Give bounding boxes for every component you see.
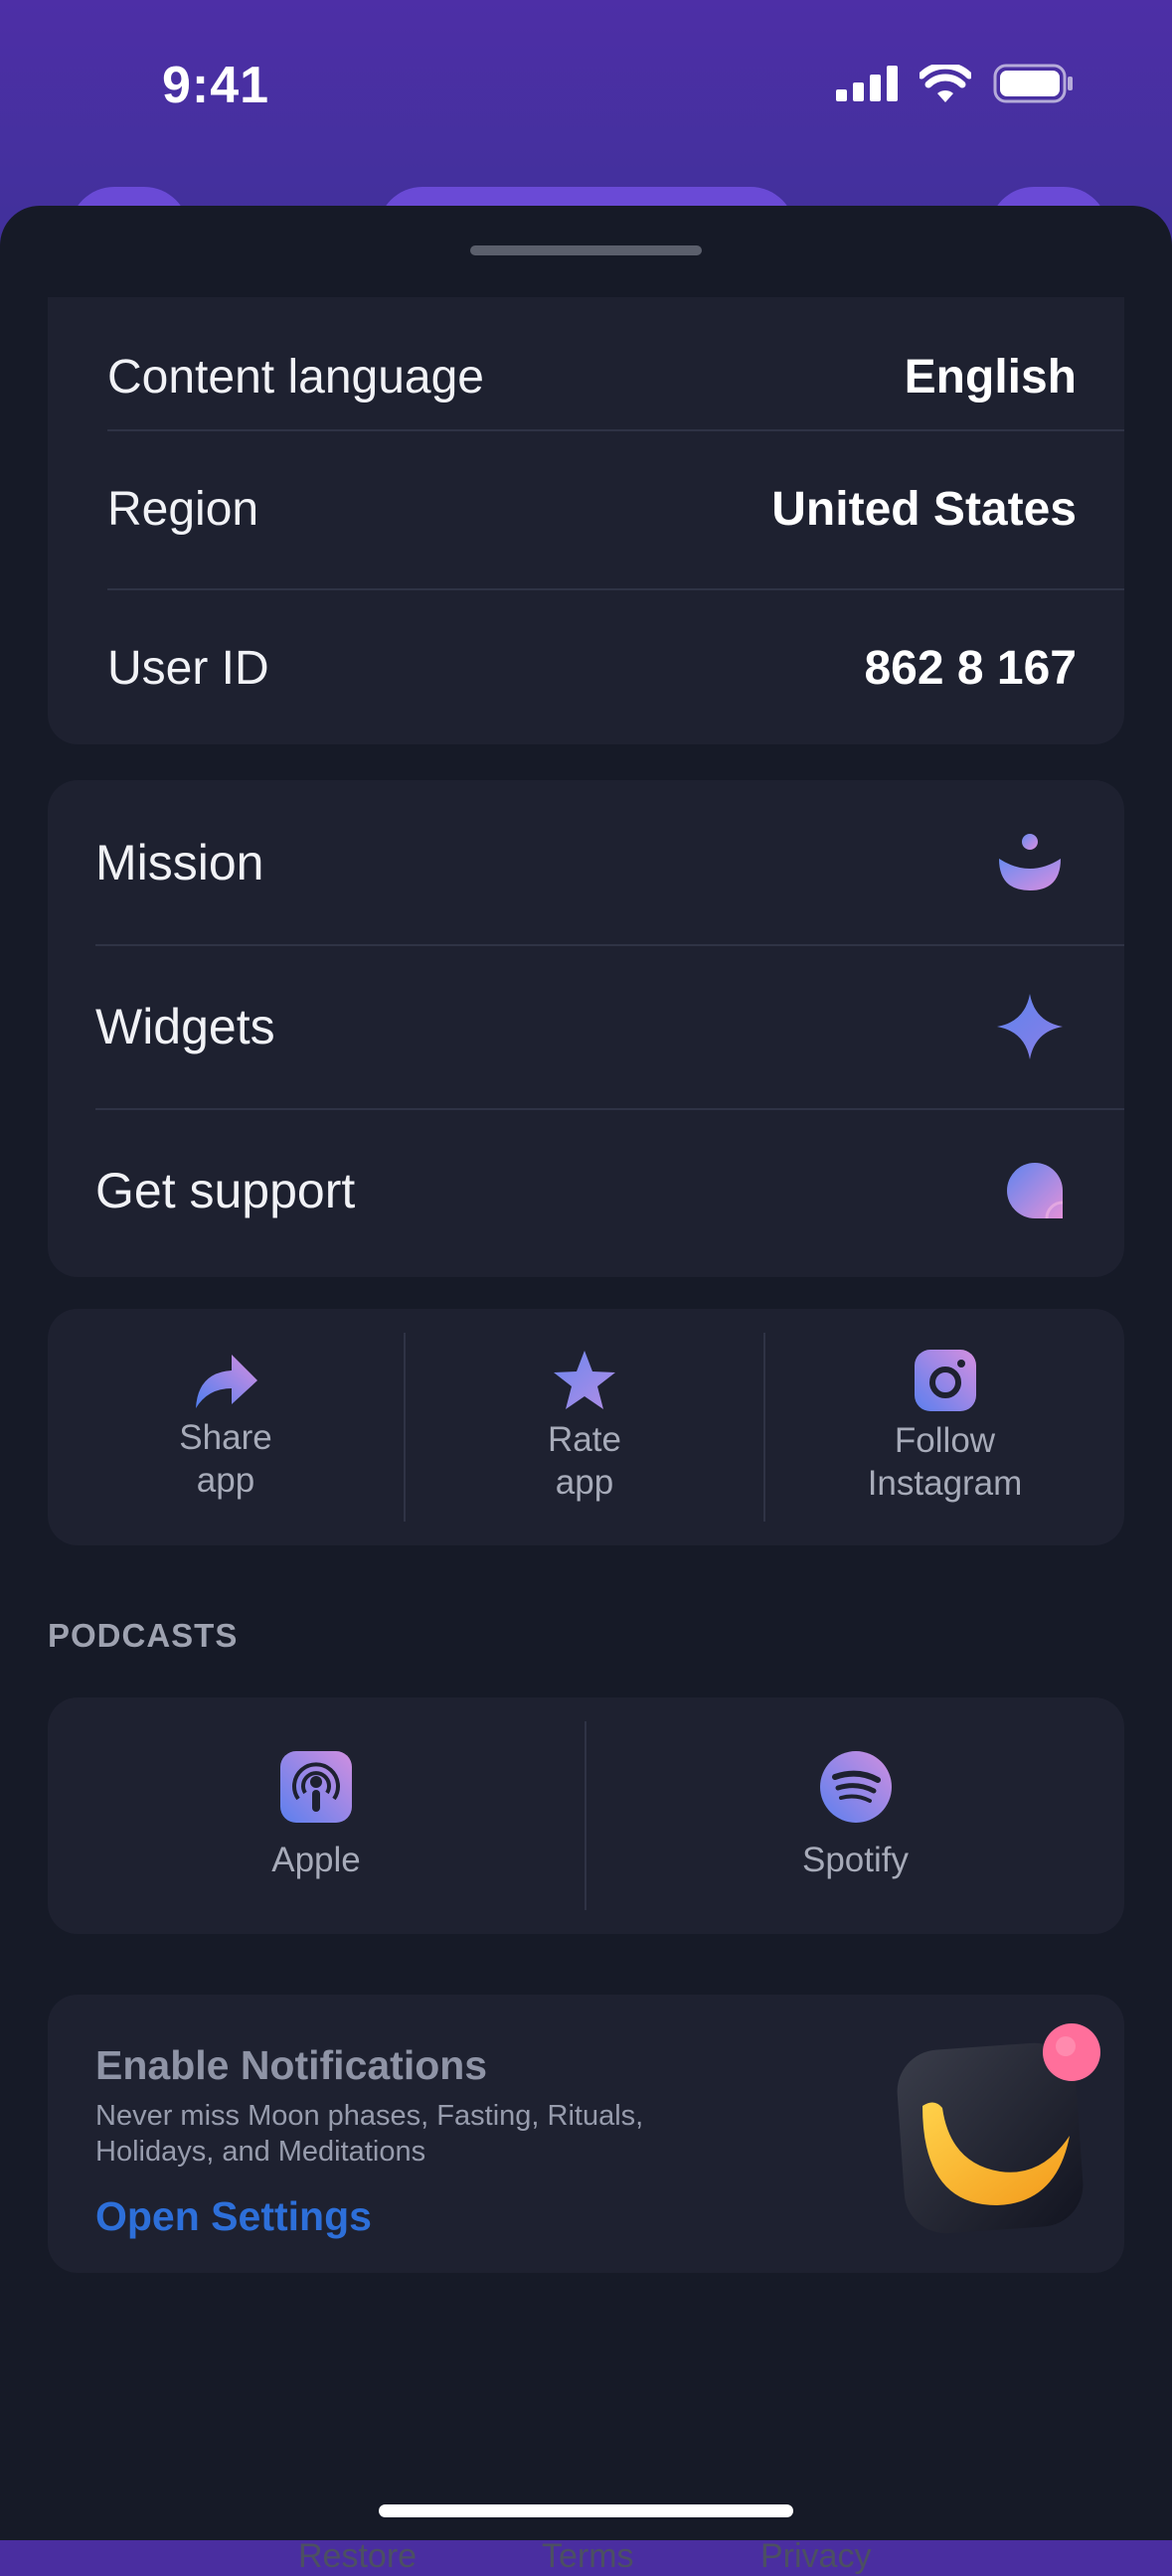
apple-podcasts-label: Apple [271, 1840, 361, 1879]
share-app-label-line1: Share [179, 1418, 272, 1457]
share-arrow-icon [196, 1355, 257, 1408]
user-id-label: User ID [107, 641, 269, 695]
privacy-link[interactable]: Privacy [760, 2537, 871, 2576]
region-row[interactable]: Region United States [48, 429, 1124, 588]
follow-instagram-label-line1: Follow [894, 1421, 996, 1460]
user-id-row[interactable]: User ID 862 8 167 [48, 588, 1124, 747]
home-indicator [379, 2504, 793, 2517]
social-card: Share app Rate app Follow Instagram [48, 1309, 1124, 1545]
widgets-label: Widgets [95, 998, 275, 1054]
spotify-button[interactable]: Spotify [586, 1697, 1124, 1934]
region-label: Region [107, 482, 259, 536]
open-settings-link[interactable]: Open Settings [95, 2193, 372, 2240]
menu-card: Mission Widgets Get support [48, 780, 1124, 1277]
user-id-value: 862 8 167 [864, 641, 1077, 695]
mission-row[interactable]: Mission [48, 780, 1124, 944]
podcasts-card: Apple Spotify [48, 1697, 1124, 1934]
rate-app-label-line1: Rate [548, 1420, 621, 1459]
region-value: United States [771, 482, 1077, 536]
content-language-label: Content language [107, 350, 484, 403]
spotify-icon [819, 1750, 892, 1823]
notifications-title: Enable Notifications [95, 2042, 488, 2088]
sparkle-icon [997, 993, 1063, 1059]
share-app-button[interactable]: Share app [48, 1309, 404, 1545]
apple-podcasts-icon [280, 1750, 352, 1823]
share-app-label-line2: app [196, 1461, 255, 1500]
moon-smile-icon [999, 833, 1061, 890]
wifi-icon [920, 65, 971, 102]
follow-instagram-label-line2: Instagram [867, 1464, 1023, 1503]
star-icon [554, 1351, 615, 1409]
account-settings-card: Content language English Region United S… [48, 297, 1124, 744]
status-time: 9:41 [162, 57, 270, 114]
status-bar: 9:41 [0, 0, 1172, 179]
follow-instagram-button[interactable]: Follow Instagram [765, 1309, 1124, 1545]
content-language-value: English [904, 350, 1077, 403]
status-icons [836, 64, 1075, 103]
terms-link[interactable]: Terms [542, 2537, 634, 2576]
widgets-row[interactable]: Widgets [48, 944, 1124, 1108]
settings-sheet: Content language English Region United S… [0, 206, 1172, 2575]
mission-label: Mission [95, 834, 264, 890]
sheet-grabber[interactable] [470, 245, 702, 255]
podcasts-section-title: PODCASTS [48, 1617, 239, 1654]
chat-bubble-icon [1007, 1162, 1063, 1218]
get-support-row[interactable]: Get support [48, 1108, 1124, 1272]
instagram-icon [914, 1350, 976, 1411]
apple-podcasts-button[interactable]: Apple [48, 1697, 585, 1934]
restore-link[interactable]: Restore [298, 2537, 417, 2576]
notifications-card: Enable Notifications Never miss Moon pha… [48, 1995, 1124, 2273]
rate-app-button[interactable]: Rate app [406, 1309, 763, 1545]
cellular-signal-icon [836, 66, 898, 101]
spotify-label: Spotify [802, 1840, 909, 1879]
battery-icon [993, 64, 1073, 103]
notifications-description: Never miss Moon phases, Fasting, Rituals… [95, 2100, 644, 2168]
rate-app-label-line2: app [555, 1463, 614, 1502]
get-support-label: Get support [95, 1162, 356, 1218]
moon-app-icon [897, 2023, 1100, 2234]
